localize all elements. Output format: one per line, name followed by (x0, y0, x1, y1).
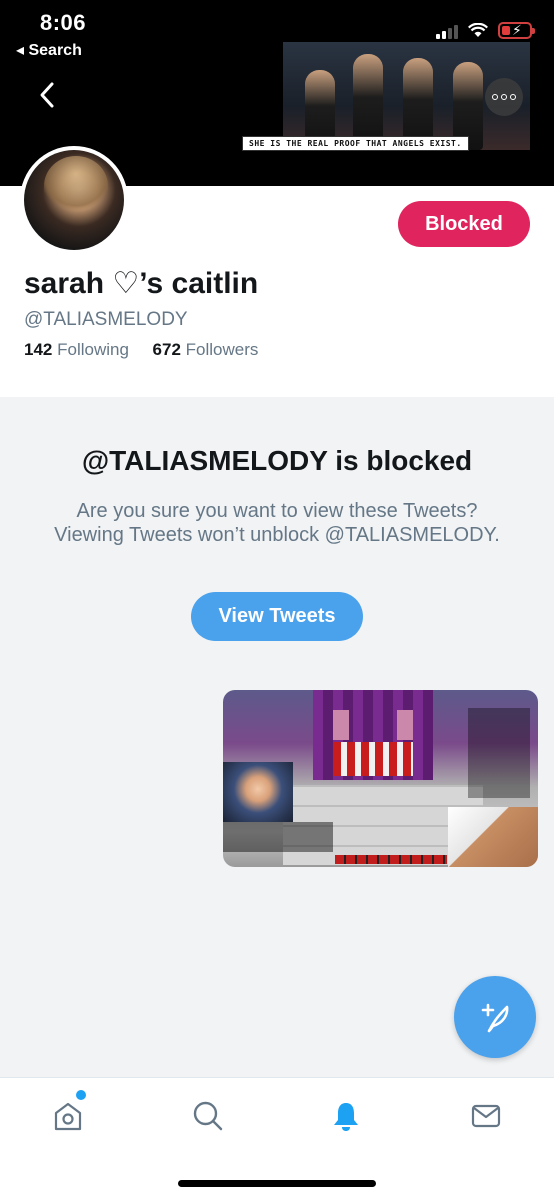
battery-icon: ⚡ (498, 22, 535, 39)
blocked-title: @TALIASMELODY is blocked (81, 445, 473, 476)
compose-feather-icon (481, 1003, 509, 1033)
following-label[interactable]: Following (57, 340, 129, 359)
banner-caption: SHE IS THE REAL PROOF THAT ANGELS EXIST. (242, 136, 469, 151)
picture-in-picture-video[interactable] (223, 690, 538, 867)
video-chat-overlay (223, 822, 333, 852)
follow-stats: 142 Following 672 Followers (24, 340, 258, 360)
status-icons: ⚡ (436, 22, 535, 39)
blocked-button[interactable]: Blocked (398, 201, 530, 247)
search-icon (193, 1101, 223, 1131)
back-arrow-icon[interactable] (36, 80, 58, 110)
tab-notifications[interactable] (326, 1096, 366, 1136)
blocked-description: Are you sure you want to view these Twee… (54, 500, 500, 546)
tab-messages[interactable] (466, 1096, 506, 1136)
messages-icon (471, 1104, 501, 1128)
more-options-button[interactable] (485, 78, 523, 116)
compose-tweet-button[interactable] (454, 976, 536, 1058)
status-time: 8:06 (40, 10, 87, 35)
wifi-icon (468, 23, 488, 37)
home-indicator (178, 1180, 376, 1187)
following-count[interactable]: 142 (24, 340, 52, 359)
video-hotbar (335, 855, 447, 864)
view-tweets-button[interactable]: View Tweets (191, 592, 363, 641)
tab-home[interactable] (48, 1096, 88, 1136)
followers-label[interactable]: Followers (186, 340, 259, 359)
notifications-icon (334, 1103, 358, 1131)
tab-search[interactable] (188, 1096, 228, 1136)
charging-bolt-icon: ⚡ (512, 22, 522, 38)
followers-count[interactable]: 672 (153, 340, 181, 359)
video-scoreboard (468, 708, 530, 798)
back-to-search-link[interactable]: ◂ Search (16, 40, 82, 60)
profile-avatar[interactable] (20, 146, 128, 254)
profile-handle: @TALIASMELODY (24, 309, 188, 330)
video-webcam-overlay (223, 762, 293, 822)
home-unread-dot (76, 1090, 86, 1100)
more-dots-icon (492, 94, 498, 100)
display-name: sarah ♡’s caitlin (24, 267, 259, 300)
home-icon (54, 1102, 82, 1131)
cellular-signal-icon (436, 23, 458, 39)
